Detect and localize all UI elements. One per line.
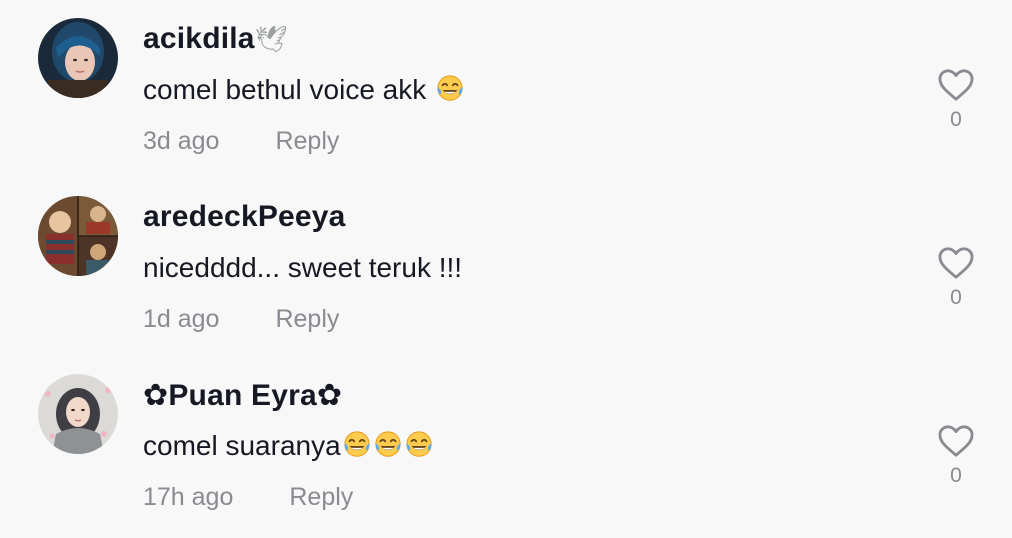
face-with-tears-of-joy-icon — [435, 74, 465, 104]
reply-button[interactable]: Reply — [275, 127, 339, 155]
like-count: 0 — [950, 286, 962, 309]
reply-button[interactable]: Reply — [289, 483, 353, 511]
comment-list: acikdila🕊 comel bethul voice akk 3d ago R… — [0, 0, 1012, 538]
comment-username[interactable]: aredeckPeeya — [143, 200, 346, 234]
avatar[interactable] — [38, 374, 118, 454]
like-count: 0 — [950, 108, 962, 131]
avatar-photo-collage-icon — [38, 196, 118, 276]
comment-meta: 3d ago Reply — [143, 127, 339, 156]
heart-outline-icon — [937, 246, 975, 280]
face-with-tears-of-joy-icon — [342, 430, 372, 460]
avatar[interactable] — [38, 196, 118, 276]
heart-outline-icon — [937, 68, 975, 102]
avatar-woman-light-hijab-icon — [38, 374, 118, 454]
comment-item: aredeckPeeya nicedddd... sweet teruk !!!… — [0, 178, 1012, 356]
reply-button[interactable]: Reply — [275, 305, 339, 333]
avatar[interactable] — [38, 18, 118, 98]
comment-meta: 1d ago Reply — [143, 305, 339, 334]
dove-icon: 🕊 — [254, 25, 288, 55]
like-button[interactable]: 0 — [936, 246, 976, 310]
like-button[interactable]: 0 — [936, 424, 976, 488]
comment-meta: 17h ago Reply — [143, 483, 353, 512]
comment-timestamp: 17h ago — [143, 483, 234, 511]
comment-username[interactable]: ✿Puan Eyra✿ — [143, 378, 342, 413]
comment-item: ✿Puan Eyra✿ comel suaranya 17h ago Reply … — [0, 356, 1012, 534]
heart-outline-icon — [937, 424, 975, 458]
comment-timestamp: 3d ago — [143, 127, 220, 155]
like-button[interactable]: 0 — [936, 68, 976, 132]
comment-text: nicedddd... sweet teruk !!! — [143, 252, 463, 283]
face-with-tears-of-joy-icon — [404, 430, 434, 460]
like-count: 0 — [950, 464, 962, 487]
comment-timestamp: 1d ago — [143, 305, 220, 333]
face-with-tears-of-joy-icon — [373, 430, 403, 460]
avatar-woman-dark-hijab-icon — [38, 18, 118, 98]
comment-text: comel suaranya — [143, 430, 434, 462]
comment-item: acikdila🕊 comel bethul voice akk 3d ago R… — [0, 0, 1012, 178]
comment-username[interactable]: acikdila🕊 — [143, 22, 288, 56]
comment-text: comel bethul voice akk — [143, 74, 465, 106]
